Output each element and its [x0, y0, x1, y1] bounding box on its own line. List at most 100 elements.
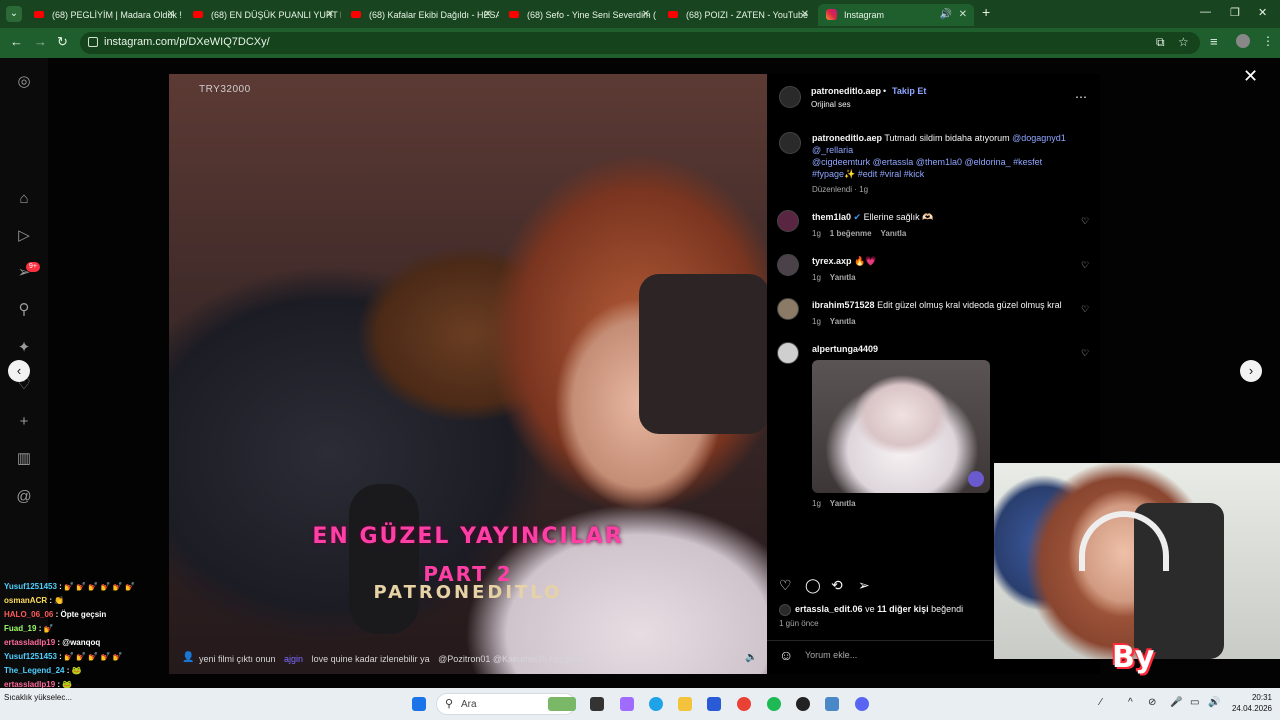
comment-input[interactable]: Yorum ekle... — [805, 650, 857, 660]
home-icon[interactable]: ⌂ — [16, 191, 32, 207]
create-icon[interactable]: + — [16, 414, 32, 430]
close-window-button[interactable]: ✕ — [1258, 6, 1267, 19]
like-icon[interactable]: ♡ — [779, 577, 792, 594]
start-menu-icon[interactable] — [412, 697, 426, 711]
bookmark-star-icon[interactable]: ☆ — [1178, 35, 1189, 49]
tab-4[interactable]: (68) Sefo - Yine Seni Severdim ( ✕ — [501, 4, 657, 26]
comment-username[interactable]: them1la0 — [812, 212, 851, 222]
comment-icon[interactable]: ◯ — [805, 577, 821, 594]
close-tab-icon[interactable]: ✕ — [167, 4, 175, 26]
discord-icon[interactable] — [855, 697, 869, 711]
like-comment-icon[interactable]: ♡ — [1081, 348, 1089, 359]
caption-mention[interactable]: @dogagnyd1 — [1012, 133, 1066, 143]
close-tab-icon[interactable]: ✕ — [801, 4, 809, 26]
threads-icon[interactable]: @ — [16, 489, 32, 505]
comment-username[interactable]: alpertunga4409 — [812, 344, 878, 354]
settings-icon[interactable] — [825, 697, 839, 711]
volume-icon[interactable]: 🔊 — [1208, 697, 1220, 708]
tab-3[interactable]: (68) Kafalar Ekibi Dağıldı - HESA ✕ — [343, 4, 499, 26]
close-tab-icon[interactable]: ✕ — [484, 4, 492, 26]
new-tab-button[interactable]: + — [982, 4, 996, 24]
instagram-logo-icon[interactable]: ◎ — [16, 74, 32, 90]
system-clock[interactable]: 20:31 24.04.2026 — [1222, 692, 1272, 714]
liker-avatar[interactable] — [779, 604, 791, 616]
display-icon[interactable]: ▭ — [1190, 697, 1199, 708]
task-view-icon[interactable] — [590, 697, 604, 711]
dashboard-icon[interactable]: ▥ — [16, 451, 32, 467]
file-explorer-icon[interactable] — [678, 697, 692, 711]
caption-username[interactable]: patroneditlo.aep — [812, 133, 882, 143]
comment-likes[interactable]: 1 beğenme — [830, 229, 872, 238]
more-options-icon[interactable]: ⋯ — [1075, 90, 1087, 104]
author-username[interactable]: patroneditlo.aep — [811, 86, 881, 96]
restore-button[interactable]: ❐ — [1230, 6, 1240, 19]
comment-username[interactable]: tyrex.axp — [812, 256, 852, 266]
reel-video[interactable]: TRY32000 EN GÜZEL YAYINCILAR PART 2 PATR… — [169, 74, 767, 674]
profile-avatar[interactable] — [1236, 34, 1250, 48]
next-post-button[interactable]: › — [1240, 360, 1262, 382]
tab-5[interactable]: (68) POIZI - ZATEN - YouTube ✕ — [660, 4, 816, 26]
minimize-button[interactable]: — — [1200, 6, 1211, 18]
follow-button[interactable]: Takip Et — [892, 86, 926, 96]
caption-hashtags[interactable]: #fypage✨ #edit #viral #kick — [812, 169, 924, 180]
widgets-icon[interactable] — [548, 697, 576, 711]
reels-icon[interactable]: ▷ — [16, 228, 32, 244]
liked-by-others[interactable]: 11 diğer kişi — [877, 604, 929, 614]
url-text[interactable]: instagram.com/p/DXeWIQ7DCXy/ — [104, 36, 270, 48]
close-tab-icon[interactable]: ✕ — [642, 4, 650, 26]
network-icon[interactable]: ⊘ — [1148, 697, 1156, 708]
site-info-icon[interactable] — [88, 37, 98, 47]
store-icon[interactable] — [707, 697, 721, 711]
like-comment-icon[interactable]: ♡ — [1081, 304, 1089, 315]
like-comment-icon[interactable]: ♡ — [1081, 216, 1089, 227]
close-modal-icon[interactable]: ✕ — [1243, 66, 1258, 87]
author-avatar[interactable] — [779, 86, 801, 108]
microphone-icon[interactable]: 🎤 — [1170, 697, 1182, 708]
reply-button[interactable]: Yanıtla — [830, 317, 856, 326]
address-bar[interactable]: instagram.com/p/DXeWIQ7DCXy/ ⧉ ☆ — [80, 32, 1200, 54]
emoji-picker-icon[interactable]: ☺ — [779, 647, 793, 663]
tab-2[interactable]: (68) EN DÜŞÜK PUANLI YURT D ✕ — [185, 4, 341, 26]
search-icon[interactable]: ⚲ — [16, 302, 32, 318]
previous-post-button[interactable]: ‹ — [8, 360, 30, 382]
repost-icon[interactable]: ⟲ — [831, 577, 843, 594]
tab-search-dropdown[interactable]: ⌄ — [6, 6, 22, 22]
media-controls-icon[interactable]: ≡ — [1210, 34, 1218, 49]
browser-menu-icon[interactable]: ⋮ — [1262, 34, 1274, 48]
comment-gif[interactable] — [812, 360, 990, 493]
copilot-icon[interactable] — [620, 697, 634, 711]
comment-username[interactable]: ibrahim571528 — [812, 300, 875, 310]
weather-notification[interactable]: Sıcaklık yükselec... — [4, 693, 72, 702]
back-icon[interactable]: ← — [10, 34, 23, 49]
tab-6-active[interactable]: Instagram 🔊 ✕ — [818, 4, 974, 26]
reply-button[interactable]: Yanıtla — [830, 273, 856, 282]
close-tab-icon[interactable]: ✕ — [959, 4, 967, 26]
liked-by-user[interactable]: ertassla_edit.06 — [795, 604, 863, 614]
forward-icon[interactable]: → — [34, 34, 47, 49]
caption-tags[interactable]: @cigdeemturk @ertassla @them1la0 @eldori… — [812, 157, 1042, 167]
pen-icon[interactable]: ∕ — [1100, 697, 1102, 708]
show-hidden-icons[interactable]: ^ — [1128, 697, 1133, 708]
like-comment-icon[interactable]: ♡ — [1081, 260, 1089, 271]
audio-label[interactable]: Orijinal ses — [811, 100, 851, 109]
share-icon[interactable]: ➢ — [858, 577, 870, 594]
caption-mention[interactable]: @_rellaria — [812, 145, 853, 155]
github-icon[interactable] — [796, 697, 810, 711]
spotify-icon[interactable] — [767, 697, 781, 711]
reply-button[interactable]: Yanıtla — [880, 229, 906, 238]
reload-icon[interactable]: ↻ — [57, 34, 68, 50]
close-tab-icon[interactable]: ✕ — [326, 4, 334, 26]
edge-icon[interactable] — [649, 697, 663, 711]
speaker-icon[interactable]: 🔊 — [940, 4, 952, 26]
comment-avatar[interactable] — [777, 342, 799, 364]
explore-icon[interactable]: ✦ — [16, 340, 32, 356]
caption-avatar[interactable] — [779, 132, 801, 154]
comment-avatar[interactable] — [777, 298, 799, 320]
reply-button[interactable]: Yanıtla — [830, 499, 856, 508]
install-app-icon[interactable]: ⧉ — [1156, 35, 1165, 50]
tab-1[interactable]: (68) PEGLİYİM | Madara Olduk !! ✕ — [26, 4, 182, 26]
mute-icon[interactable]: 🔈 — [745, 652, 757, 663]
comment-avatar[interactable] — [777, 210, 799, 232]
comment-avatar[interactable] — [777, 254, 799, 276]
chrome-icon[interactable] — [737, 697, 751, 711]
